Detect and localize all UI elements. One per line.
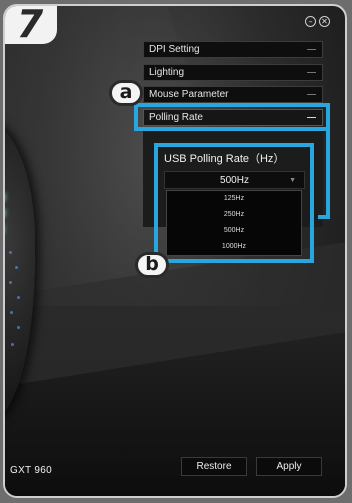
mouse-dot [9,281,12,284]
minimize-icon[interactable]: – [305,16,316,27]
collapse-icon [307,49,316,50]
option-125hz[interactable]: 125Hz [167,191,301,207]
step-number-badge: 7 [5,6,57,44]
mouse-led [3,225,4,233]
collapse-icon [307,72,316,73]
apply-button[interactable]: Apply [256,457,322,476]
option-250hz[interactable]: 250Hz [167,207,301,223]
polling-rate-selected: 500Hz [220,175,249,186]
callout-a: a [109,80,143,106]
mouse-led [3,209,5,217]
callout-b: b [135,252,169,278]
mouse-dot [17,296,20,299]
polling-rate-options: 125Hz 250Hz 500Hz 1000Hz [166,190,302,256]
panel-highlight [318,128,330,219]
option-500hz[interactable]: 500Hz [167,223,301,239]
menu-item-lighting[interactable]: Lighting [143,64,323,81]
mouse-dot [9,251,12,254]
mouse-dot [17,326,20,329]
polling-rate-highlight [134,103,330,131]
menu-item-label: DPI Setting [149,44,200,55]
restore-button[interactable]: Restore [181,457,247,476]
menu-item-dpi-setting[interactable]: DPI Setting [143,41,323,58]
mouse-led [3,193,5,201]
menu-item-label: Mouse Parameter [149,89,229,100]
mouse-dot [11,343,14,346]
chevron-down-icon: ▼ [289,177,296,184]
mouse-dot [10,311,13,314]
mouse-dot [15,266,18,269]
menu-item-mouse-parameter[interactable]: Mouse Parameter [143,86,323,103]
close-icon[interactable]: ✕ [319,16,330,27]
collapse-icon [307,94,316,95]
brand-label: GXT 960 [10,465,52,476]
menu-item-label: Lighting [149,67,185,78]
option-1000hz[interactable]: 1000Hz [167,239,301,255]
polling-rate-select[interactable]: 500Hz ▼ [164,171,305,189]
usb-polling-rate-title: USB Polling Rate（Hz） [164,153,285,165]
